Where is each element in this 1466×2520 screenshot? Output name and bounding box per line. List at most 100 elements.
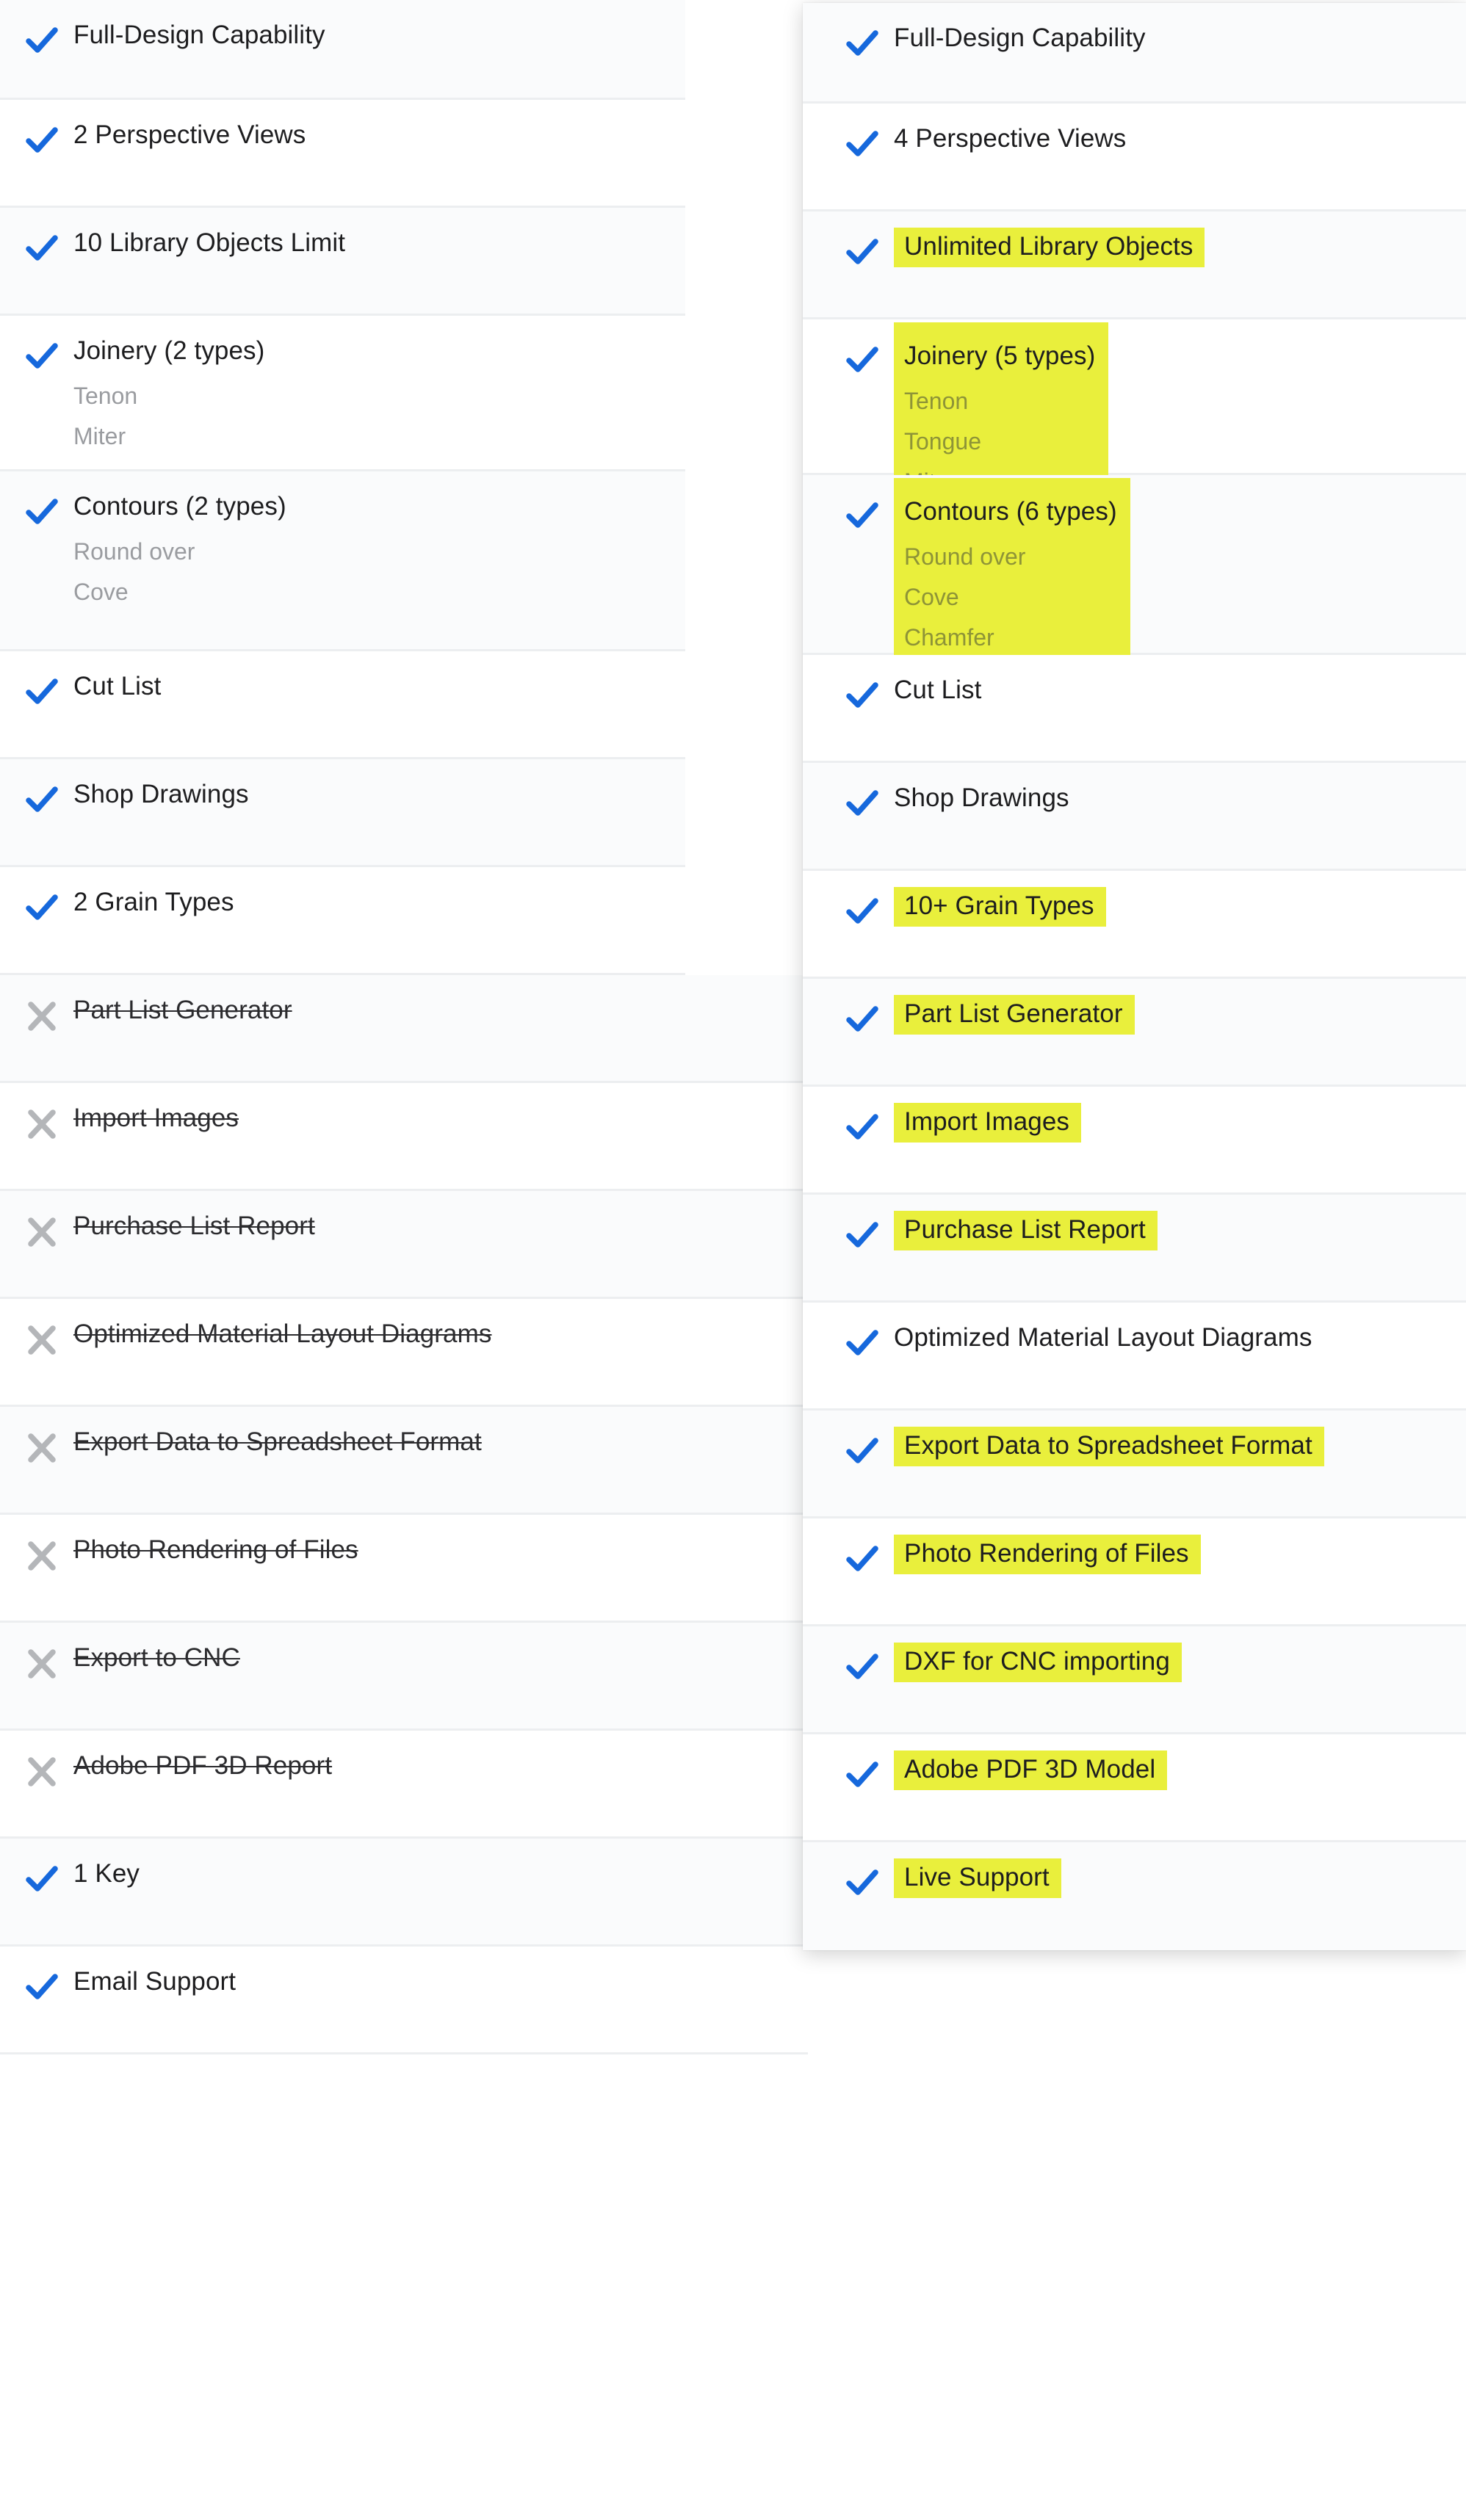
feature-body: Live Support (879, 1842, 1466, 1898)
check-icon (845, 128, 879, 161)
feature-label: Contours (6 types) (904, 499, 1117, 525)
feature-sublist: TenonMiter (73, 364, 685, 457)
cross-icon (25, 1540, 59, 1572)
check-icon (25, 784, 59, 817)
feature-sublist-item: Miter (73, 416, 685, 457)
feature-label: 10+ Grain Types (904, 893, 1094, 919)
feature-body: Purchase List Report (879, 1195, 1466, 1250)
check-icon (25, 496, 59, 529)
check-icon (845, 680, 879, 712)
feature-body: DXF for CNC importing (879, 1626, 1466, 1682)
feature-label: Email Support (73, 1947, 236, 1995)
feature-body: 2 Perspective Views (59, 100, 685, 148)
feature-body: Cut List (879, 655, 1466, 703)
feature-highlight: Export Data to Spreadsheet Format (894, 1427, 1324, 1466)
feature-body: 10 Library Objects Limit (59, 208, 685, 256)
feature-row: Full-Design Capability (0, 0, 685, 100)
feature-body: 2 Grain Types (59, 867, 685, 916)
feature-label: Export Data to Spreadsheet Format (73, 1407, 482, 1455)
feature-label: Shop Drawings (73, 759, 249, 808)
feature-highlight: Unlimited Library Objects (894, 228, 1205, 267)
cross-icon (25, 1324, 59, 1356)
check-icon (845, 1004, 879, 1036)
feature-sublist-item: Tenon (73, 376, 685, 416)
feature-highlight: Live Support (894, 1858, 1061, 1898)
check-icon (845, 1651, 879, 1684)
feature-row: Optimized Material Layout Diagrams (0, 1299, 808, 1407)
feature-label: Cut List (894, 655, 981, 703)
feature-row: Shop Drawings (0, 759, 685, 867)
feature-body: Email Support (59, 1947, 808, 1995)
feature-row: Export to CNC (0, 1623, 808, 1731)
feature-body: 1 Key (59, 1839, 808, 1887)
feature-body: Export to CNC (59, 1623, 808, 1671)
feature-label: Adobe PDF 3D Model (904, 1756, 1155, 1783)
feature-row: Adobe PDF 3D Report (0, 1731, 808, 1839)
feature-row: Adobe PDF 3D Model (803, 1734, 1466, 1842)
feature-body: Export Data to Spreadsheet Format (879, 1411, 1466, 1466)
feature-label: Joinery (2 types) (73, 316, 264, 364)
check-icon (845, 500, 879, 532)
feature-body: Full-Design Capability (59, 0, 685, 48)
check-icon (25, 125, 59, 157)
feature-body: Part List Generator (59, 975, 808, 1024)
cross-icon (25, 1216, 59, 1248)
check-icon (25, 1864, 59, 1896)
feature-body: Optimized Material Layout Diagrams (59, 1299, 808, 1347)
feature-body: Full-Design Capability (879, 3, 1466, 51)
feature-label: Unlimited Library Objects (904, 233, 1193, 260)
feature-label: Contours (2 types) (73, 471, 286, 520)
feature-label: Photo Rendering of Files (73, 1515, 358, 1563)
cross-icon (25, 1000, 59, 1032)
check-icon (845, 1759, 879, 1792)
feature-highlight: Adobe PDF 3D Model (894, 1750, 1167, 1790)
cross-icon (25, 1756, 59, 1788)
feature-label: Full-Design Capability (73, 0, 325, 48)
feature-label: 2 Grain Types (73, 867, 234, 916)
check-icon (845, 788, 879, 820)
feature-sublist-item: Tenon (904, 381, 1095, 421)
feature-highlight: Import Images (894, 1103, 1081, 1143)
feature-row: Shop Drawings (803, 763, 1466, 871)
feature-row: Part List Generator (0, 975, 808, 1083)
feature-row: 4 Perspective Views (803, 104, 1466, 211)
check-icon (845, 28, 879, 60)
feature-body: Adobe PDF 3D Report (59, 1731, 808, 1779)
feature-body: Export Data to Spreadsheet Format (59, 1407, 808, 1455)
feature-sublist-item: Round over (904, 537, 1117, 577)
feature-sublist-item: Round over (73, 532, 685, 572)
feature-row: Email Support (0, 1947, 808, 2054)
feature-label: Live Support (904, 1864, 1050, 1891)
feature-label: 4 Perspective Views (894, 104, 1126, 152)
feature-row: Import Images (803, 1087, 1466, 1195)
feature-body: Contours (2 types)Round overCove (59, 471, 685, 612)
feature-body: Purchase List Report (59, 1191, 808, 1239)
feature-body: Part List Generator (879, 979, 1466, 1035)
feature-row: Import Images (0, 1083, 808, 1191)
feature-label: Optimized Material Layout Diagrams (73, 1299, 491, 1347)
check-icon (25, 233, 59, 265)
feature-label: Export Data to Spreadsheet Format (904, 1433, 1312, 1459)
feature-highlight: Part List Generator (894, 995, 1135, 1035)
feature-row: Optimized Material Layout Diagrams (803, 1303, 1466, 1411)
check-icon (845, 1328, 879, 1360)
check-icon (25, 892, 59, 924)
feature-label: Import Images (73, 1083, 239, 1132)
feature-highlight: 10+ Grain Types (894, 887, 1106, 927)
feature-label: DXF for CNC importing (904, 1648, 1170, 1675)
feature-sublist-item: Tongue (904, 421, 1095, 462)
feature-row: 10 Library Objects Limit (0, 208, 685, 316)
feature-row: Purchase List Report (0, 1191, 808, 1299)
feature-row: Contours (6 types)Round overCoveChamferV… (803, 475, 1466, 655)
feature-label: Import Images (904, 1109, 1069, 1135)
feature-row: Live Support (803, 1842, 1466, 1950)
cross-icon (25, 1648, 59, 1680)
feature-label: Shop Drawings (894, 763, 1069, 811)
feature-sublist-item: Chamfer (904, 618, 1117, 658)
feature-row: Photo Rendering of Files (803, 1518, 1466, 1626)
check-icon (845, 896, 879, 928)
feature-body: Cut List (59, 651, 685, 700)
feature-body: Optimized Material Layout Diagrams (879, 1303, 1466, 1351)
feature-row: 10+ Grain Types (803, 871, 1466, 979)
feature-body: Adobe PDF 3D Model (879, 1734, 1466, 1790)
